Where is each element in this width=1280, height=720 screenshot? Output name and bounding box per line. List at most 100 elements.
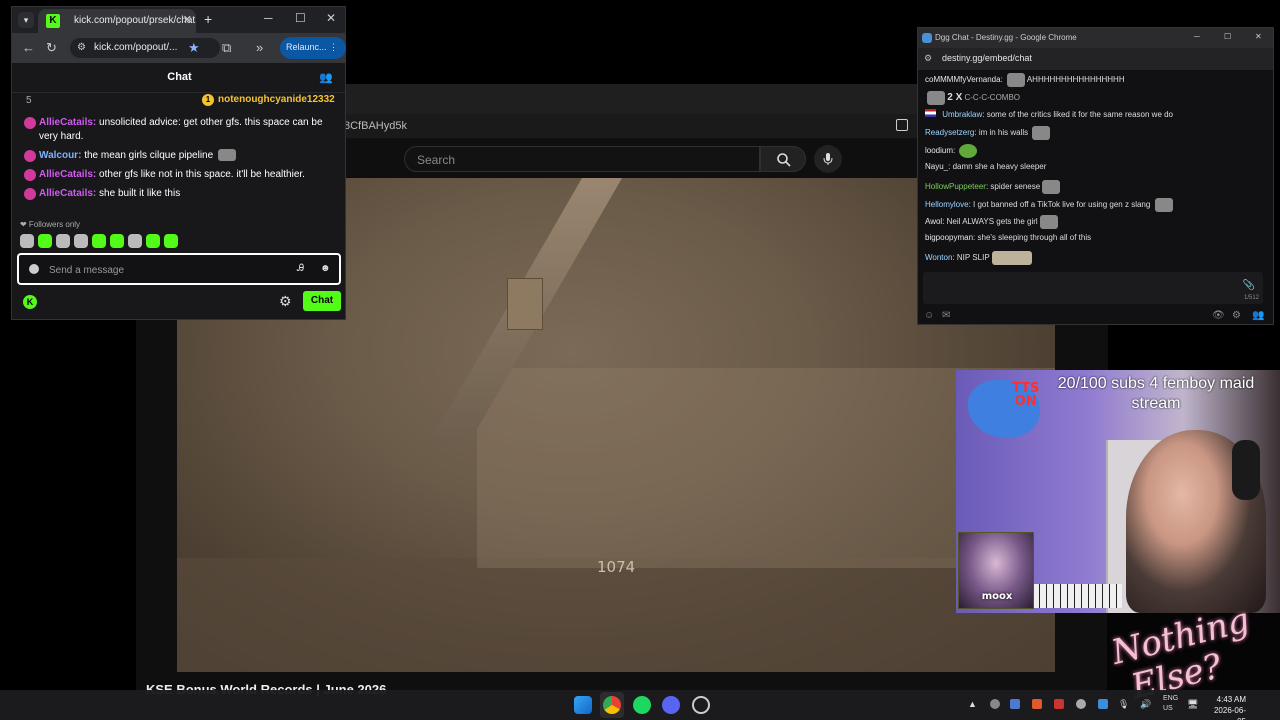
emote-icon[interactable] <box>164 234 178 248</box>
region-code: US <box>1163 705 1173 712</box>
close-tab-icon[interactable]: ✕ <box>183 13 192 26</box>
emote-icon[interactable] <box>128 234 142 248</box>
new-tab-button[interactable]: + <box>204 11 212 27</box>
close-window-button[interactable]: ✕ <box>1255 32 1262 41</box>
brave-icon[interactable] <box>1032 699 1042 709</box>
translate-icon[interactable]: Ꭿ <box>297 263 304 274</box>
maximize-button[interactable]: ☐ <box>295 11 306 25</box>
tray-app-icon[interactable] <box>990 699 1000 709</box>
shield-icon <box>29 264 39 274</box>
chat-message: AllieCatails: unsolicited advice: get ot… <box>24 116 333 144</box>
dgg-username[interactable]: Wonton <box>925 253 952 262</box>
dgg-username[interactable]: Readysetzerg <box>925 129 974 138</box>
whisper-icon[interactable]: ✉ <box>942 310 950 321</box>
voice-search-button[interactable] <box>814 145 842 173</box>
chat-emote-icon <box>1007 73 1026 87</box>
chat-text: the mean girls cilque pipeline <box>81 150 214 161</box>
chat-username[interactable]: Walcour <box>39 150 78 161</box>
chat-messages: AllieCatails: unsolicited advice: get ot… <box>12 116 345 201</box>
attach-paperclip-icon[interactable]: 📎 <box>1243 280 1255 291</box>
chat-username[interactable]: AllieCatails <box>39 117 93 128</box>
extension-icon[interactable] <box>896 119 908 131</box>
microphone-icon[interactable]: 🎙 <box>1118 699 1129 710</box>
dgg-username[interactable]: HollowPuppeteer <box>925 182 986 191</box>
chat-emote-icon <box>1042 179 1061 194</box>
tray-app-icon[interactable] <box>1098 699 1108 709</box>
emote-icon[interactable] <box>146 234 160 248</box>
user-list-icon[interactable]: 👥 <box>319 71 333 84</box>
chrome-icon[interactable] <box>603 696 621 714</box>
app-icon[interactable] <box>692 696 710 714</box>
char-count: 1/512 <box>1243 295 1259 301</box>
chat-text: she built it like this <box>96 188 181 199</box>
dgg-username[interactable]: loodium <box>925 146 953 155</box>
dgg-username[interactable]: coMMMMfyVernanda <box>925 75 1001 84</box>
input-language[interactable]: ENG US <box>1163 694 1178 714</box>
kick-nav-bar: ← ↻ ⚙ kick.com/popout/... ★ ⧉ » Relaunc.… <box>12 33 346 63</box>
chat-username[interactable]: AllieCatails <box>39 169 93 180</box>
settings-gear-icon[interactable]: ⚙ <box>279 293 292 310</box>
emote-icon[interactable] <box>56 234 70 248</box>
pinned-user[interactable]: notenoughcyanide12332 <box>218 94 335 105</box>
extensions-icon[interactable]: ⧉ <box>222 40 231 56</box>
dgg-text: Neil ALWAYS gets the girl <box>946 217 1038 227</box>
send-chat-button[interactable]: Chat <box>303 291 341 311</box>
volume-icon[interactable]: 🔊 <box>1140 699 1151 710</box>
chat-username[interactable]: AllieCatails <box>39 188 93 199</box>
emoji-icon[interactable]: ☻ <box>320 263 331 274</box>
dgg-chat-window: Dgg Chat - Destiny.gg - Google Chrome ─ … <box>917 27 1274 325</box>
relaunch-button[interactable]: Relaunc... ⋮ <box>280 37 346 59</box>
tray-overflow-chevron-icon[interactable]: ▲ <box>968 699 977 709</box>
dgg-text: NIP SLIP <box>956 253 990 263</box>
close-window-button[interactable]: ✕ <box>326 11 336 25</box>
dgg-username[interactable]: Nayu_ <box>925 162 948 171</box>
emote-icon[interactable] <box>92 234 106 248</box>
tray-app-icon[interactable] <box>1054 699 1064 709</box>
video-search-input[interactable]: Search <box>404 146 760 172</box>
emote-icon[interactable] <box>74 234 88 248</box>
windows-start-icon[interactable] <box>574 696 592 714</box>
minimize-button[interactable]: ─ <box>1194 32 1200 41</box>
site-info-icon[interactable]: ⚙ <box>77 42 86 53</box>
kick-tab[interactable]: K kick.com/popout/prsek/chat ✕ <box>38 9 196 33</box>
spotify-icon[interactable] <box>633 696 651 714</box>
reload-button[interactable]: ↻ <box>46 40 57 56</box>
desktop: 8CfBAHyd5k Search 1074 KSE Bonus World R… <box>0 0 1280 720</box>
pinned-count: 5 <box>26 95 32 106</box>
dgg-message: Wonton: NIP SLIP <box>925 248 1270 266</box>
tab-search-button[interactable]: ▾ <box>18 12 34 28</box>
relaunch-label: Relaunc... <box>286 42 327 52</box>
dgg-address-bar[interactable]: ⚙ destiny.gg/embed/chat <box>918 48 1273 70</box>
emote-icon[interactable] <box>110 234 124 248</box>
kick-favicon-icon: K <box>46 14 60 28</box>
dgg-username[interactable]: Awol <box>925 217 942 226</box>
emoji-icon[interactable]: ☺ <box>924 310 934 321</box>
emote-icon[interactable] <box>38 234 52 248</box>
dgg-username[interactable]: Umbraklaw <box>942 110 982 119</box>
steam-icon[interactable] <box>1010 699 1020 709</box>
emote-icon[interactable] <box>20 234 34 248</box>
more-tools-chevron-icon[interactable]: » <box>256 40 263 55</box>
users-icon[interactable]: 👥 <box>1252 310 1264 321</box>
user-badge-icon <box>24 188 36 200</box>
system-clock[interactable]: 4:43 AM 2026-06-05 <box>1210 694 1246 720</box>
bookmark-star-icon[interactable]: ★ <box>188 40 200 56</box>
site-info-icon[interactable]: ⚙ <box>924 53 932 64</box>
settings-gear-icon[interactable]: ⚙ <box>1232 310 1241 321</box>
dgg-username[interactable]: Hellomylove <box>925 200 969 209</box>
chat-message-input[interactable] <box>49 261 279 279</box>
network-icon[interactable]: 🖥 <box>1187 699 1198 710</box>
back-button[interactable]: ← <box>22 40 35 55</box>
dgg-message: Nayu_: damn she a heavy sleeper <box>925 161 1047 171</box>
maximize-button[interactable]: ☐ <box>1224 32 1231 41</box>
discord-icon[interactable] <box>662 696 680 714</box>
combo-count: 2 X <box>947 91 963 103</box>
dgg-chat-input[interactable]: 📎 1/512 <box>923 272 1263 304</box>
tray-app-icon[interactable] <box>1076 699 1086 709</box>
eye-icon[interactable]: 👁 <box>1212 310 1225 321</box>
search-button[interactable] <box>760 146 806 172</box>
combo-emote-icon <box>927 90 945 105</box>
minimize-button[interactable]: ─ <box>264 11 273 25</box>
dgg-message: bigpoopyman: she's sleeping through all … <box>925 233 1092 243</box>
dgg-username[interactable]: bigpoopyman <box>925 233 973 242</box>
